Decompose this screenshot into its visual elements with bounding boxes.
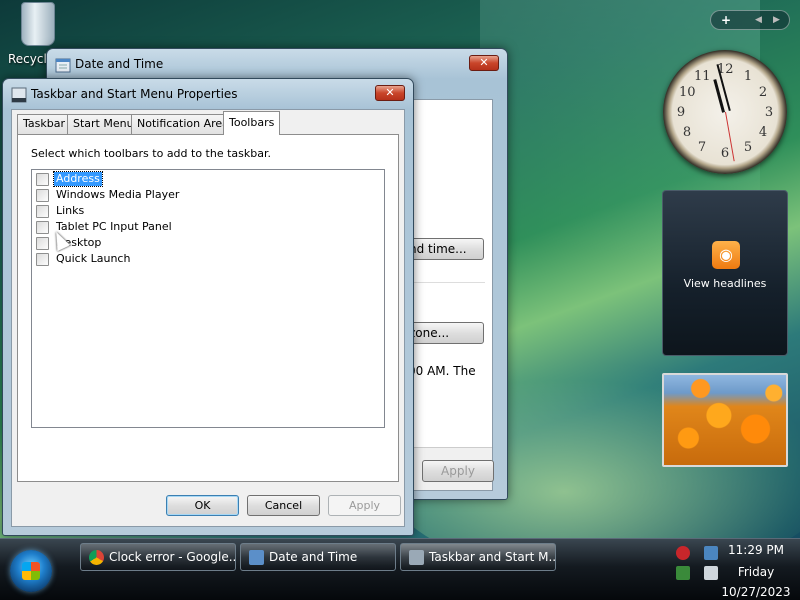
list-item-windows-media-player[interactable]: Windows Media Player	[36, 187, 181, 203]
close-button[interactable]: ✕	[375, 85, 405, 101]
taskbar-item-label: Date and Time	[269, 550, 358, 564]
network-icon[interactable]	[704, 546, 718, 560]
change-time-zone-button[interactable]: zone...	[402, 322, 484, 344]
taskbar-item-taskbar-properties[interactable]: Taskbar and Start M...	[400, 543, 556, 571]
taskbar: Clock error - Google... Date and Time Ta…	[0, 538, 800, 600]
ok-button[interactable]: OK	[166, 495, 239, 516]
list-item-label: Address	[53, 171, 103, 187]
taskbar-icon	[409, 550, 424, 565]
clock-number: 7	[697, 140, 707, 155]
sidebar-controls: + ◀ ▶	[710, 10, 790, 30]
tab-notification-area[interactable]: Notification Area	[131, 114, 235, 134]
clock-number: 10	[679, 85, 696, 100]
clock-gadget[interactable]: 12 1 2 3 4 5 6 7 8 9 10 11	[663, 50, 787, 174]
taskbar-properties-dialog[interactable]: Taskbar and Start Menu Properties ✕ Task…	[2, 78, 414, 536]
dialog-body: Taskbar Start Menu Notification Area Too…	[11, 109, 405, 527]
dialog-title: Taskbar and Start Menu Properties	[31, 87, 238, 101]
change-date-time-button[interactable]: nd time...	[402, 238, 484, 260]
list-item-address[interactable]: Address	[36, 171, 103, 187]
checkbox[interactable]	[36, 252, 49, 266]
checkbox[interactable]	[36, 172, 49, 186]
list-item-label: Windows Media Player	[56, 188, 180, 201]
clock-number: 3	[764, 105, 774, 120]
feed-headlines-gadget[interactable]: ◉ View headlines	[662, 190, 788, 356]
tab-toolbars[interactable]: Toolbars	[223, 111, 281, 135]
divider	[411, 282, 485, 283]
taskbar-item-chrome[interactable]: Clock error - Google...	[80, 543, 236, 571]
checkbox[interactable]	[36, 188, 49, 202]
checkbox[interactable]	[36, 204, 49, 218]
taskbar-item-label: Taskbar and Start M...	[429, 550, 556, 564]
calendar-clock-icon	[249, 550, 264, 565]
tab-taskbar[interactable]: Taskbar	[17, 114, 71, 134]
volume-muted-icon[interactable]	[704, 566, 718, 580]
recycle-bin-icon	[21, 2, 55, 46]
start-button[interactable]	[10, 550, 52, 592]
taskbar-icon	[11, 87, 27, 103]
list-item-label: Links	[56, 204, 85, 217]
rss-feed-icon: ◉	[712, 241, 740, 269]
chrome-icon	[89, 550, 104, 565]
view-headlines-link[interactable]: View headlines	[663, 277, 787, 290]
clock-number: 2	[758, 85, 768, 100]
clock-number: 1	[743, 69, 753, 84]
slideshow-gadget[interactable]	[662, 373, 788, 467]
tab-start-menu[interactable]: Start Menu	[67, 114, 140, 134]
list-item-desktop[interactable]: Desktop	[36, 235, 103, 251]
cancel-button[interactable]: Cancel	[247, 495, 320, 516]
checkbox[interactable]	[36, 220, 49, 234]
clock-number: 11	[694, 69, 711, 84]
clock-number: 9	[676, 105, 686, 120]
calendar-clock-icon	[55, 58, 71, 73]
checkbox[interactable]	[36, 236, 49, 250]
windows-update-icon[interactable]	[676, 566, 690, 580]
clock-number: 5	[743, 140, 753, 155]
add-gadget-button[interactable]: +	[721, 13, 731, 27]
taskbar-item-date-time[interactable]: Date and Time	[240, 543, 396, 571]
dst-info-text: 00 AM. The	[408, 364, 476, 378]
list-item-quick-launch[interactable]: Quick Launch	[36, 251, 132, 267]
previous-page-button[interactable]: ◀	[755, 15, 762, 25]
windows-logo-icon	[22, 562, 40, 580]
clock-number: 4	[758, 125, 768, 140]
next-page-button[interactable]: ▶	[773, 15, 780, 25]
clock-date[interactable]: 10/27/2023	[720, 585, 792, 599]
taskbar-item-label: Clock error - Google...	[109, 550, 236, 564]
toolbars-tab-page: Select which toolbars to add to the task…	[17, 134, 399, 482]
instruction-text: Select which toolbars to add to the task…	[31, 147, 271, 160]
close-button[interactable]: ✕	[469, 55, 499, 71]
toolbars-list[interactable]: Address Windows Media Player Links Table…	[31, 169, 385, 428]
clock-time[interactable]: 11:29 PM	[720, 543, 792, 557]
clock-day[interactable]: Friday	[720, 565, 792, 579]
security-alert-icon[interactable]	[676, 546, 690, 560]
apply-button[interactable]: Apply	[422, 460, 494, 482]
list-item-label: Quick Launch	[56, 252, 131, 265]
list-item-label: Tablet PC Input Panel	[56, 220, 172, 233]
window-title: Date and Time	[75, 57, 164, 71]
apply-button[interactable]: Apply	[328, 495, 401, 516]
list-item-links[interactable]: Links	[36, 203, 86, 219]
clock-number: 8	[682, 125, 692, 140]
